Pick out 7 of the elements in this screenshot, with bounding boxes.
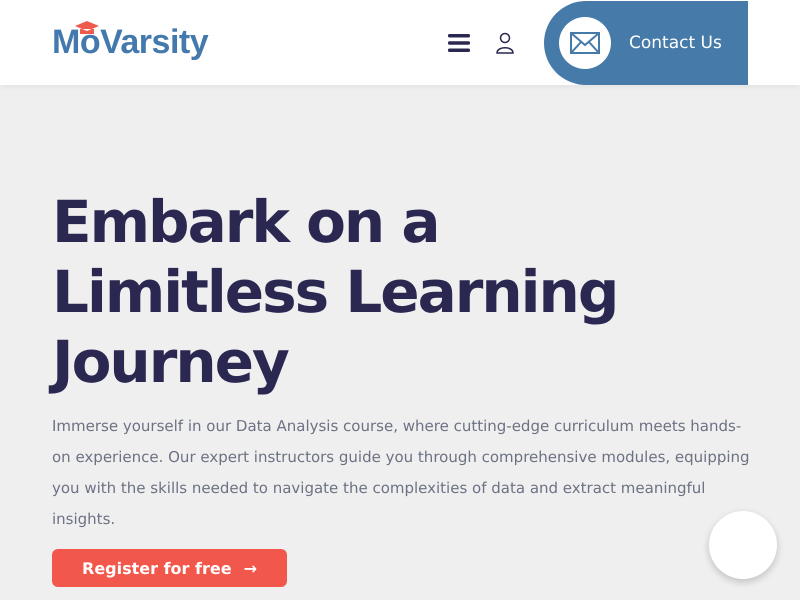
- hero-description: Immerse yourself in our Data Analysis course, where cutting-edge curriculum meets hands-on experience. Our expert instructors guide you through comprehensive modules, equipping you with the skills needed to navigate the complexities of data and extract meaningful insights.: [52, 416, 751, 530]
- logo[interactable]: MoVarsity: [52, 23, 208, 62]
- mail-icon: [559, 16, 611, 68]
- menu-button[interactable]: [448, 34, 470, 52]
- user-icon[interactable]: [496, 32, 514, 54]
- contact-button[interactable]: Contact Us: [544, 0, 748, 84]
- register-button[interactable]: Register for free →: [52, 549, 287, 587]
